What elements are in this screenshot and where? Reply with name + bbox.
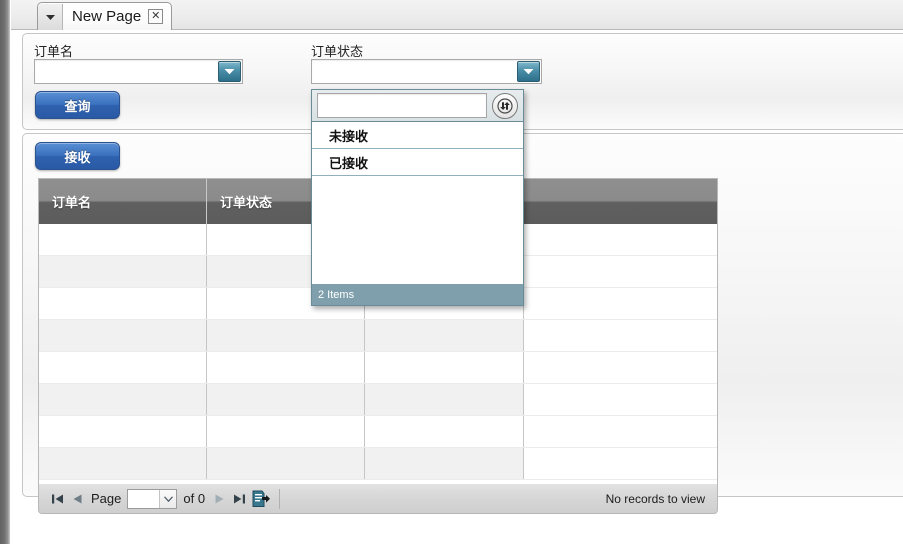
table-cell [207, 320, 365, 351]
last-page-icon[interactable] [229, 489, 249, 509]
tab-new-page[interactable]: New Page ✕ [37, 2, 173, 30]
table-cell [365, 384, 524, 415]
column-header-order-name[interactable]: 订单名 [39, 179, 207, 224]
table-cell [39, 416, 207, 447]
dropdown-item[interactable]: 已接收 [312, 149, 523, 176]
receive-button[interactable]: 接收 [35, 142, 120, 170]
dropdown-search-bar [312, 90, 523, 122]
page-label: Page [91, 491, 122, 506]
order-status-dropdown-button[interactable] [517, 61, 540, 82]
column-header-4[interactable] [524, 179, 717, 224]
tab-title: New Page [72, 7, 142, 25]
table-cell [39, 320, 207, 351]
table-row[interactable] [39, 384, 717, 416]
prev-page-icon[interactable] [67, 489, 87, 509]
pager-divider [279, 488, 281, 509]
table-row[interactable] [39, 416, 717, 448]
dropdown-item[interactable]: 未接收 [312, 122, 523, 149]
chevron-down-icon [159, 489, 177, 508]
label-order-name: 订单名 [34, 44, 74, 59]
order-name-dropdown-button[interactable] [218, 61, 241, 82]
table-cell [207, 448, 365, 479]
table-cell [39, 224, 207, 255]
table-cell [365, 352, 524, 383]
label-order-status: 订单状态 [311, 44, 364, 59]
gutter-divider [10, 0, 11, 544]
dropdown-item-list: 未接收 已接收 [312, 122, 523, 284]
table-cell [365, 448, 524, 479]
table-cell [207, 416, 365, 447]
table-cell [39, 384, 207, 415]
table-cell [39, 448, 207, 479]
order-name-combo[interactable] [34, 59, 243, 84]
left-gutter [0, 0, 10, 544]
table-cell [207, 352, 365, 383]
status-dropdown-popup: 未接收 已接收 2 Items [311, 89, 524, 306]
next-page-icon[interactable] [209, 489, 229, 509]
table-row[interactable] [39, 352, 717, 384]
table-cell [39, 256, 207, 287]
order-status-input[interactable] [313, 61, 517, 82]
table-cell [524, 288, 717, 319]
tab-strip: New Page ✕ [11, 0, 903, 30]
table-cell [39, 352, 207, 383]
export-document-icon[interactable] [249, 489, 273, 509]
page-total-label: of 0 [183, 491, 206, 506]
chevron-down-icon [45, 13, 56, 21]
order-status-combo[interactable] [311, 59, 542, 84]
table-cell [524, 352, 717, 383]
records-status: No records to view [605, 491, 705, 506]
table-cell [524, 416, 717, 447]
table-row[interactable] [39, 448, 717, 480]
chevron-down-icon [523, 68, 534, 75]
dropdown-item-count: 2 Items [312, 284, 523, 305]
close-icon[interactable]: ✕ [148, 9, 164, 24]
first-page-icon[interactable] [47, 489, 67, 509]
grid-pager: Page of 0 No records to view [38, 484, 718, 514]
table-cell [524, 448, 717, 479]
table-cell [39, 288, 207, 319]
table-cell [524, 224, 717, 255]
app-root: New Page ✕ 订单名 订单状态 查询 接收 订单名 订单状态 Page … [0, 0, 903, 544]
order-name-input[interactable] [36, 61, 218, 82]
tab-menu-button[interactable] [38, 3, 63, 30]
table-cell [524, 384, 717, 415]
table-cell [207, 384, 365, 415]
page-number-select[interactable] [127, 488, 178, 509]
table-cell [524, 256, 717, 287]
table-cell [524, 320, 717, 351]
table-row[interactable] [39, 320, 717, 352]
table-cell [365, 416, 524, 447]
table-cell [365, 320, 524, 351]
refresh-swap-icon[interactable] [492, 92, 518, 119]
query-button[interactable]: 查询 [35, 91, 120, 119]
chevron-down-icon [224, 68, 235, 75]
dropdown-filter-input[interactable] [317, 93, 487, 118]
